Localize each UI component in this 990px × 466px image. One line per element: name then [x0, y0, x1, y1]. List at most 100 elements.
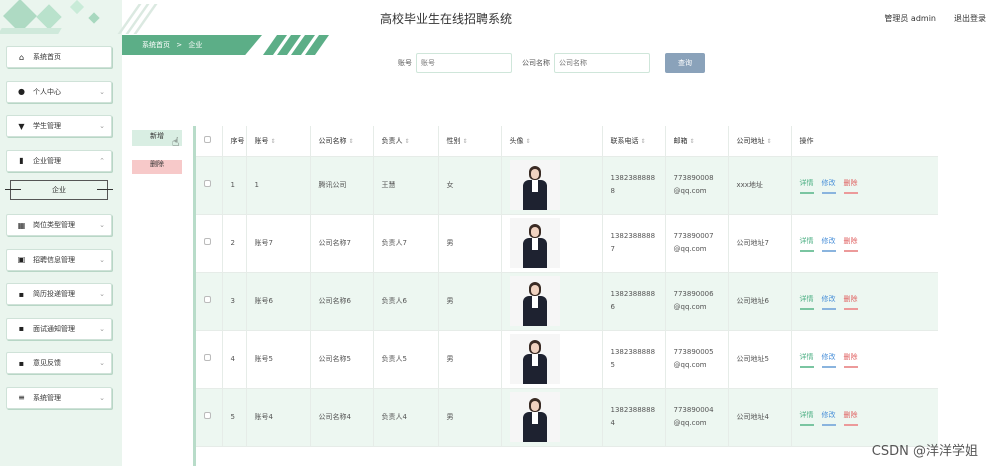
column-header-label: 邮箱: [673, 136, 688, 145]
detail-link[interactable]: 详情: [799, 293, 814, 310]
breadcrumb-separator: >: [176, 41, 183, 49]
delete-link[interactable]: 删除: [843, 235, 858, 252]
delete-link[interactable]: 删除: [843, 177, 858, 194]
column-header[interactable]: 公司名称 ⇕: [310, 126, 374, 157]
edit-link[interactable]: 修改: [821, 177, 836, 194]
table-row: 1 1 腾讯公司 王慧 女 1382388888 8 773890008 @qq.com xxx地…: [196, 156, 938, 215]
column-header[interactable]: 序号: [222, 126, 247, 157]
column-header-label: 序号: [230, 136, 245, 145]
chevron-down-icon: ⌄: [99, 393, 105, 402]
row-checkbox[interactable]: [204, 179, 211, 187]
person-icon: ●: [18, 87, 25, 96]
sidebar-item-8[interactable]: ▪ 面试通知管理 ⌄: [6, 317, 112, 340]
sidebar-item-1[interactable]: ● 个人中心 ⌄: [6, 80, 112, 103]
table-row: 3 账号6 公司名称6 负责人6 男 1382388888 6 773890006 @qq.co…: [196, 272, 938, 331]
avatar: [509, 334, 560, 384]
manager-cell: 负责人7: [381, 238, 407, 247]
account-input[interactable]: [416, 53, 512, 73]
sidebar: ⌂ 系统首页 ● 个人中心 ⌄ ▼ 学生管理 ⌄ ▮ 企业管理 ⌃ 企业 ▦ 岗位类型管理 ⌄ ▣ 招聘信息管理…: [0, 0, 122, 466]
sidebar-item-9[interactable]: ▪ 意见反馈 ⌄: [6, 352, 112, 374]
detail-link[interactable]: 详情: [799, 351, 814, 368]
manager-cell: 负责人4: [381, 412, 407, 421]
breadcrumb: 系统首页 > 企业: [122, 35, 330, 55]
delete-button[interactable]: 删除: [132, 160, 182, 174]
sidebar-item-label: 意见反馈: [33, 359, 61, 367]
column-header[interactable]: 公司地址 ⇕: [728, 126, 792, 157]
column-header[interactable]: 性别 ⇕: [438, 126, 502, 157]
sort-icon[interactable]: ⇕: [405, 138, 410, 145]
sidebar-item-6[interactable]: ▣ 招聘信息管理 ⌄: [6, 248, 112, 271]
sort-icon[interactable]: ⇕: [349, 138, 354, 145]
row-checkbox[interactable]: [204, 353, 211, 361]
gender-cell: 男: [446, 296, 454, 305]
delete-link[interactable]: 删除: [843, 409, 858, 426]
sidebar-item-label: 系统管理: [33, 393, 61, 402]
sidebar-item-label: 招聘信息管理: [33, 255, 75, 264]
table-row: 5 账号4 公司名称4 负责人4 男 1382388888 4 773890004 @qq.co…: [196, 388, 938, 447]
sidebar-decoration: [0, 0, 122, 40]
avatar: [509, 392, 560, 442]
edit-link[interactable]: 修改: [821, 235, 836, 252]
building-icon: ▦: [17, 220, 26, 230]
row-checkbox[interactable]: [204, 295, 211, 303]
edit-link[interactable]: 修改: [821, 409, 836, 426]
column-header[interactable]: 联系电话 ⇕: [602, 126, 666, 157]
breadcrumb-home[interactable]: 系统首页: [142, 41, 170, 49]
avatar: [509, 276, 560, 326]
select-all-checkbox[interactable]: [196, 126, 223, 157]
column-header[interactable]: 头像 ⇕: [501, 126, 603, 157]
hand-cursor-icon: ☝: [172, 135, 180, 149]
delete-link[interactable]: 删除: [843, 293, 858, 310]
sort-icon[interactable]: ⇕: [463, 138, 468, 145]
company-cell: 腾讯公司: [318, 180, 347, 189]
sort-icon[interactable]: ⇕: [690, 138, 695, 145]
phone-cell: 1382388888 4: [610, 406, 656, 427]
column-header[interactable]: 账号 ⇕: [246, 126, 311, 157]
sort-icon[interactable]: ⇕: [271, 138, 276, 145]
sort-icon[interactable]: ⇕: [641, 138, 646, 145]
sort-icon[interactable]: ⇕: [526, 138, 531, 145]
account-label: 账号: [398, 59, 412, 67]
chevron-down-icon: ⌄: [99, 122, 105, 130]
account-cell: 账号6: [254, 296, 273, 305]
chevron-up-icon: ⌃: [99, 156, 105, 165]
sidebar-item-3[interactable]: ▮ 企业管理 ⌃: [6, 149, 112, 172]
row-checkbox[interactable]: [204, 237, 211, 245]
detail-link[interactable]: 详情: [799, 177, 814, 194]
logout-link[interactable]: 退出登录: [954, 13, 986, 24]
phone-cell: 1382388888 5: [610, 348, 656, 369]
column-header[interactable]: 邮箱 ⇕: [665, 126, 729, 157]
chevron-down-icon: ⌄: [99, 221, 105, 229]
sidebar-item-label: 企业管理: [33, 156, 61, 165]
delete-link[interactable]: 删除: [843, 351, 858, 368]
email-cell: 773890004 @qq.com: [673, 406, 714, 427]
company-cell: 公司名称7: [318, 238, 351, 247]
column-header[interactable]: 操作: [791, 126, 938, 157]
detail-link[interactable]: 详情: [799, 409, 814, 426]
email-cell: 773890006 @qq.com: [673, 290, 714, 311]
search-button[interactable]: 查询: [665, 53, 705, 73]
sidebar-item-7[interactable]: ▪ 简历投递管理 ⌄: [6, 283, 112, 305]
row-checkbox[interactable]: [204, 411, 211, 419]
email-cell: 773890008 @qq.com: [673, 174, 714, 195]
sidebar-item-label: 面试通知管理: [33, 324, 75, 333]
edit-link[interactable]: 修改: [821, 351, 836, 368]
sidebar-menu: ⌂ 系统首页 ● 个人中心 ⌄ ▼ 学生管理 ⌄ ▮ 企业管理 ⌃ 企业 ▦ 岗位类型管理 ⌄ ▣ 招聘信息管理…: [5, 46, 113, 421]
column-header[interactable]: 负责人 ⇕: [373, 126, 439, 157]
company-input[interactable]: [554, 53, 650, 73]
sidebar-item-2[interactable]: ▼ 学生管理 ⌄: [6, 115, 112, 137]
sidebar-item-10[interactable]: ≡ 系统管理 ⌄: [6, 386, 112, 409]
breadcrumb-current: 企业: [188, 41, 203, 49]
column-header-label: 账号: [254, 136, 269, 145]
address-cell: xxx地址: [736, 180, 763, 189]
sidebar-item-0[interactable]: ⌂ 系统首页: [6, 46, 112, 68]
edit-link[interactable]: 修改: [821, 293, 836, 310]
column-header-label: 性别: [446, 136, 461, 145]
sidebar-subitem-company[interactable]: 企业: [5, 180, 113, 200]
sidebar-item-5[interactable]: ▦ 岗位类型管理 ⌄: [6, 214, 112, 236]
detail-link[interactable]: 详情: [799, 235, 814, 252]
watermark: CSDN @洋洋学姐: [871, 444, 978, 459]
column-header-label: 联系电话: [610, 136, 639, 145]
sidebar-item-label: 学生管理: [33, 122, 61, 130]
sort-icon[interactable]: ⇕: [767, 138, 772, 145]
